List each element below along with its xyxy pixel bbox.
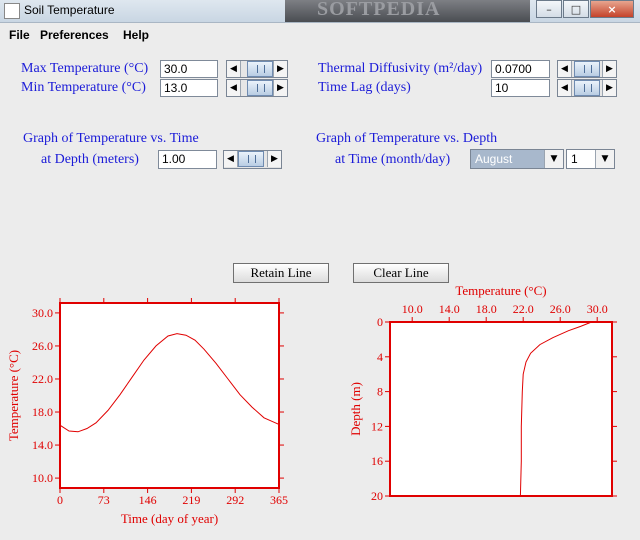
diffusivity-slider[interactable]: ◀ ▶ xyxy=(557,60,617,78)
y-tick-label: 10.0 xyxy=(32,471,53,485)
x-tick-label: 14.0 xyxy=(439,302,460,316)
time-lag-label: Time Lag (days) xyxy=(318,80,411,95)
title-bar: SOFTPEDIA Soil Temperature – □ × xyxy=(0,0,640,23)
slider-thumb[interactable] xyxy=(574,61,600,77)
left-arrow-icon[interactable]: ◀ xyxy=(558,61,572,77)
month-value: August xyxy=(471,150,544,168)
y-tick-label: 26.0 xyxy=(32,339,53,353)
window-title: Soil Temperature xyxy=(24,3,115,17)
watermark-text: SOFTPEDIA xyxy=(317,0,441,20)
y-axis-label: Temperature (°C) xyxy=(6,350,21,441)
slider-thumb[interactable] xyxy=(574,80,600,96)
y-tick-label: 0 xyxy=(377,315,383,329)
temperature-depth-chart: 10.0 14.0 18.0 22.0 26.0 30.0 0 4 8 12 16 20 Tempera… xyxy=(348,283,617,503)
x-tick-label: 0 xyxy=(57,493,63,507)
slider-track[interactable] xyxy=(572,61,602,77)
time-graph-heading: Graph of Temperature vs. Time xyxy=(23,131,199,146)
slider-track[interactable] xyxy=(241,61,273,77)
left-arrow-icon[interactable]: ◀ xyxy=(558,80,572,96)
right-arrow-icon[interactable]: ▶ xyxy=(602,61,616,77)
left-arrow-icon[interactable]: ◀ xyxy=(224,151,238,167)
y-tick-label: 20 xyxy=(371,489,383,503)
slider-thumb[interactable] xyxy=(238,151,264,167)
chevron-down-icon[interactable]: ▼ xyxy=(544,150,563,168)
slider-track[interactable] xyxy=(238,151,267,168)
x-tick-label: 219 xyxy=(182,493,200,507)
menu-bar: File Preferences Help xyxy=(0,24,640,46)
x-tick-label: 73 xyxy=(98,493,110,507)
x-tick-label: 365 xyxy=(270,493,288,507)
diffusivity-label: Thermal Diffusivity (m²/day) xyxy=(318,61,483,76)
y-tick-label: 4 xyxy=(377,350,383,364)
time-lag-field[interactable]: 10 xyxy=(491,79,550,97)
max-temp-slider[interactable]: ◀ ▶ xyxy=(226,60,288,78)
menu-file[interactable]: File xyxy=(9,28,30,42)
depth-graph-heading: Graph of Temperature vs. Depth xyxy=(316,131,498,146)
max-temp-field[interactable]: 30.0 xyxy=(160,60,218,78)
right-arrow-icon[interactable]: ▶ xyxy=(273,80,287,96)
app-icon xyxy=(4,3,20,19)
x-tick-label: 30.0 xyxy=(587,302,608,316)
min-temp-field[interactable]: 13.0 xyxy=(160,79,218,97)
max-temp-label: Max Temperature (°C) xyxy=(21,61,149,76)
x-tick-label: 10.0 xyxy=(402,302,423,316)
close-button[interactable]: × xyxy=(590,0,634,18)
y-tick-label: 12 xyxy=(371,419,383,433)
window-controls: – □ × xyxy=(535,0,634,18)
minimize-button[interactable]: – xyxy=(536,0,562,18)
x-tick-label: 26.0 xyxy=(550,302,571,316)
x-tick-label: 22.0 xyxy=(513,302,534,316)
watermark-banner: SOFTPEDIA xyxy=(285,0,530,22)
y-tick-label: 22.0 xyxy=(32,372,53,386)
plot-area xyxy=(59,302,280,489)
min-temp-slider[interactable]: ◀ ▶ xyxy=(226,79,288,97)
diffusivity-field[interactable]: 0.0700 xyxy=(491,60,550,78)
left-arrow-icon[interactable]: ◀ xyxy=(227,61,241,77)
month-select[interactable]: August ▼ xyxy=(470,149,564,169)
y-tick-label: 18.0 xyxy=(32,405,53,419)
slider-thumb[interactable] xyxy=(247,80,273,96)
depth-label: at Depth (meters) xyxy=(41,152,139,167)
menu-help[interactable]: Help xyxy=(123,28,149,42)
x-axis-label: Temperature (°C) xyxy=(455,283,546,298)
temperature-time-chart: 10.0 14.0 18.0 22.0 26.0 30.0 0 73 146 219 292 365 T… xyxy=(6,298,288,526)
min-temp-label: Min Temperature (°C) xyxy=(21,80,146,95)
plot-area xyxy=(389,321,613,497)
y-tick-label: 14.0 xyxy=(32,438,53,452)
time-lag-slider[interactable]: ◀ ▶ xyxy=(557,79,617,97)
time-label: at Time (month/day) xyxy=(335,152,451,167)
slider-track[interactable] xyxy=(241,80,273,96)
slider-track[interactable] xyxy=(572,80,602,96)
right-arrow-icon[interactable]: ▶ xyxy=(273,61,287,77)
x-tick-label: 292 xyxy=(226,493,244,507)
menu-preferences[interactable]: Preferences xyxy=(40,28,109,42)
right-arrow-icon[interactable]: ▶ xyxy=(267,151,281,167)
x-tick-label: 18.0 xyxy=(476,302,497,316)
x-tick-label: 146 xyxy=(139,493,157,507)
depth-slider[interactable]: ◀ ▶ xyxy=(223,150,282,169)
retain-line-button[interactable]: Retain Line xyxy=(233,263,329,283)
y-tick-label: 16 xyxy=(371,454,383,468)
left-arrow-icon[interactable]: ◀ xyxy=(227,80,241,96)
day-value: 1 xyxy=(571,152,578,166)
slider-thumb[interactable] xyxy=(247,61,273,77)
y-tick-label: 8 xyxy=(377,385,383,399)
depth-field[interactable]: 1.00 xyxy=(158,150,217,169)
y-axis-label: Depth (m) xyxy=(348,382,363,436)
day-select[interactable]: 1 ▼ xyxy=(566,149,615,169)
y-tick-label: 30.0 xyxy=(32,306,53,320)
x-axis-label: Time (day of year) xyxy=(121,511,218,526)
chevron-down-icon[interactable]: ▼ xyxy=(595,150,614,168)
maximize-button[interactable]: □ xyxy=(563,0,589,18)
right-arrow-icon[interactable]: ▶ xyxy=(602,80,616,96)
